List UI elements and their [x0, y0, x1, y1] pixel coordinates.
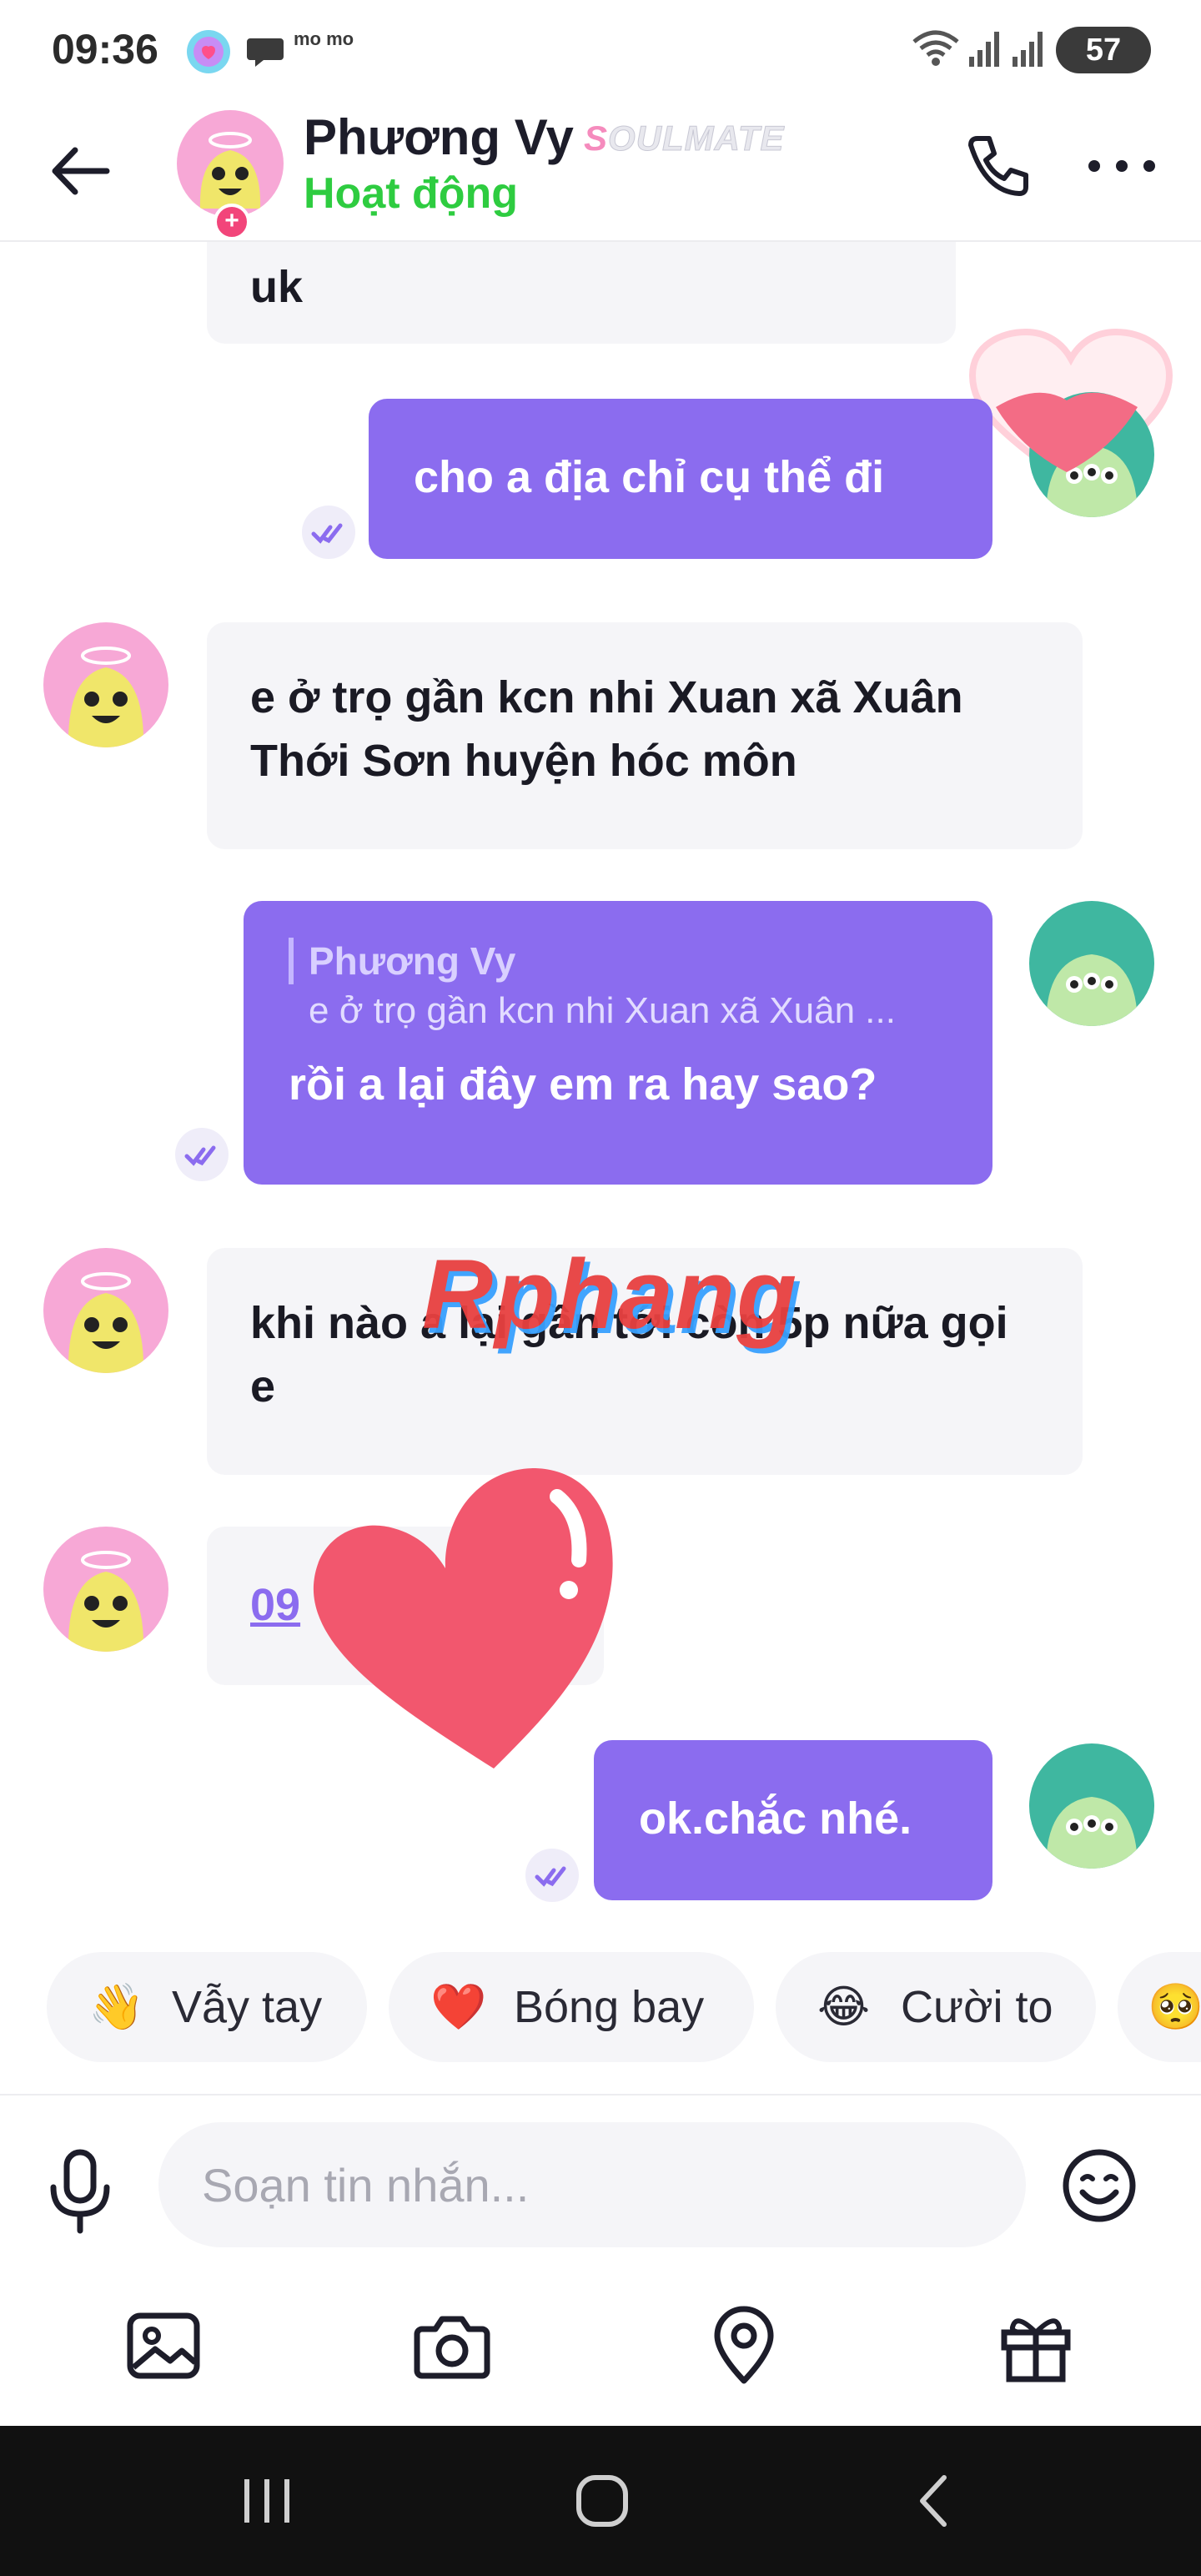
status-bar: 09:36 mo mo 57 — [0, 0, 1201, 100]
message-input[interactable] — [158, 2122, 1026, 2247]
message-text: ok.chắc nhé. — [639, 1794, 912, 1844]
message-text: e ở trọ gần kcn nhi Xuan xã Xuân Thới Sơ… — [250, 672, 963, 786]
image-icon — [127, 2312, 200, 2379]
back-arrow-icon — [52, 147, 110, 195]
system-back-button[interactable] — [892, 2468, 976, 2534]
more-icon — [1088, 160, 1155, 172]
emoji-icon — [1063, 2149, 1136, 2222]
location-icon — [714, 2306, 774, 2384]
battery-indicator: 57 — [1056, 27, 1151, 73]
location-button[interactable] — [702, 2304, 786, 2387]
recent-apps-icon — [244, 2479, 289, 2523]
reaction-balloon[interactable]: ❤️ Bóng bay — [389, 1952, 754, 2062]
app-icon — [185, 28, 232, 79]
contact-avatar-small[interactable] — [43, 622, 168, 747]
back-button[interactable] — [43, 133, 118, 209]
image-button[interactable] — [122, 2304, 205, 2387]
reply-quote-text: e ở trọ gần kcn nhi Xuan xã Xuân ... — [309, 990, 896, 1031]
reply-message-outgoing[interactable]: Phương Vy e ở trọ gần kcn nhi Xuan xã Xu… — [244, 901, 992, 1185]
status-time: 09:36 — [52, 26, 158, 73]
soulmate-badge: SOULMATE — [584, 118, 785, 158]
watermark: Rphang — [422, 1240, 799, 1350]
emoji-button[interactable] — [1058, 2144, 1141, 2227]
message-list[interactable]: uk cho a địa chỉ cụ thể đi e ở trọ gần k… — [0, 242, 1201, 1952]
laugh-icon: 😂 — [817, 1982, 871, 2032]
quick-reactions-bar[interactable]: 👋 Vẫy tay ❤️ Bóng bay 😂 Cười to 🥺 — [0, 1952, 1201, 2069]
reaction-laugh[interactable]: 😂 Cười to — [776, 1952, 1096, 2062]
read-receipt-icon — [175, 1128, 229, 1181]
wave-icon: 👋 — [88, 1982, 145, 2032]
contact-avatar-small[interactable] — [43, 1248, 168, 1373]
contact-name: Phương Vy — [304, 109, 574, 165]
message-incoming[interactable]: e ở trọ gần kcn nhi Xuan xã Xuân Thới Sơ… — [207, 622, 1083, 849]
system-navigation-bar — [0, 2426, 1201, 2576]
reaction-label: Vẫy tay — [172, 1982, 323, 2032]
heart-sticker-icon — [313, 1468, 613, 1768]
voice-record-button[interactable] — [40, 2146, 120, 2237]
online-status: Hoạt động — [304, 169, 519, 218]
reaction-pleading[interactable]: 🥺 — [1118, 1952, 1201, 2062]
message-outgoing[interactable]: cho a địa chỉ cụ thể đi — [369, 399, 992, 559]
reaction-wave[interactable]: 👋 Vẫy tay — [47, 1952, 367, 2062]
call-button[interactable] — [959, 130, 1034, 205]
reply-quote-name: Phương Vy — [289, 938, 949, 984]
read-receipt-icon — [302, 506, 355, 559]
recent-apps-button[interactable] — [225, 2468, 309, 2534]
home-icon — [576, 2475, 628, 2527]
add-friend-icon[interactable]: + — [214, 204, 250, 240]
more-button[interactable] — [1084, 153, 1159, 179]
message-incoming[interactable]: uk — [207, 242, 956, 344]
reaction-label: Cười to — [901, 1982, 1053, 2032]
momo-icon: mo mo — [294, 28, 354, 49]
wifi-icon — [911, 28, 961, 74]
message-text: rồi a lại đây em ra hay sao? — [289, 1059, 877, 1109]
message-text: cho a địa chỉ cụ thể đi — [414, 452, 885, 502]
gift-button[interactable] — [994, 2304, 1078, 2387]
mic-icon — [50, 2149, 110, 2234]
heart-icon: ❤️ — [430, 1982, 487, 2032]
read-receipt-icon — [525, 1849, 579, 1902]
pleading-face-icon: 🥺 — [1148, 1982, 1201, 2032]
camera-button[interactable] — [410, 2304, 494, 2387]
home-button[interactable] — [559, 2468, 642, 2534]
gift-icon — [1001, 2318, 1071, 2382]
phone-icon — [968, 136, 1028, 196]
message-outgoing[interactable]: ok.chắc nhé. — [594, 1740, 992, 1900]
contact-avatar[interactable]: + — [177, 110, 284, 240]
composer — [0, 2094, 1201, 2429]
phone-number-link[interactable]: 09 — [250, 1580, 300, 1630]
contact-avatar-small[interactable] — [43, 1527, 168, 1652]
signal-icon — [967, 28, 1004, 74]
chat-bubble-icon — [245, 32, 285, 76]
back-chevron-icon — [920, 2475, 947, 2527]
reaction-label: Bóng bay — [514, 1982, 705, 2032]
signal-icon — [1011, 28, 1048, 74]
heart-icon — [996, 392, 1138, 472]
chat-header: + Phương Vy SOULMATE Hoạt động — [0, 100, 1201, 242]
my-avatar[interactable] — [1029, 901, 1154, 1026]
message-text: uk — [250, 262, 304, 312]
camera-icon — [414, 2316, 490, 2379]
my-avatar[interactable] — [1029, 1743, 1154, 1869]
